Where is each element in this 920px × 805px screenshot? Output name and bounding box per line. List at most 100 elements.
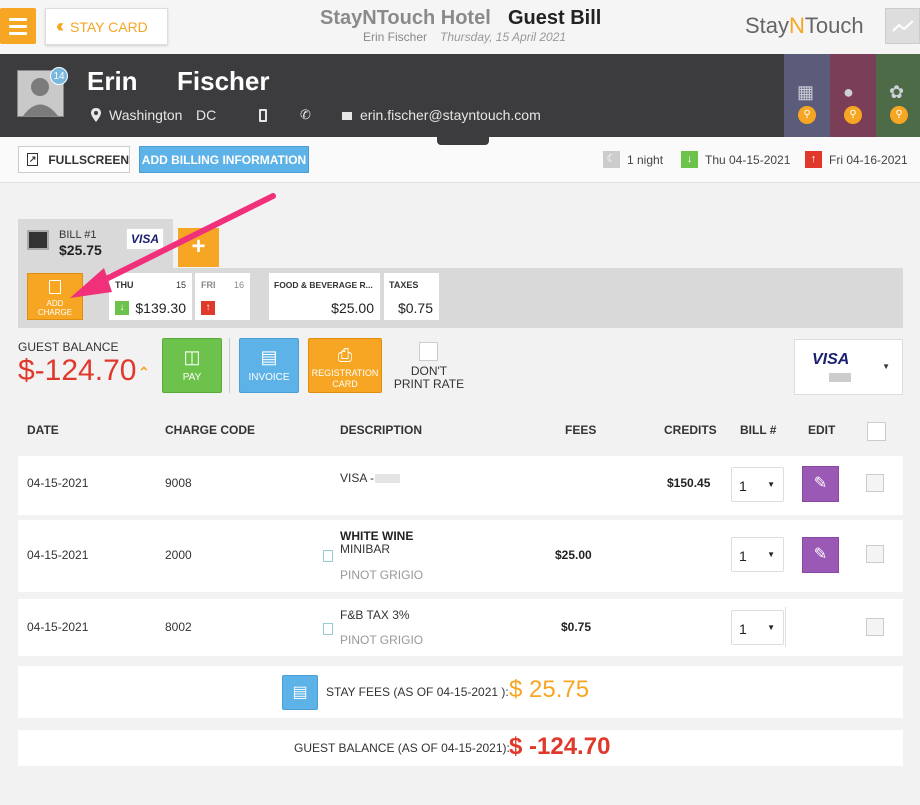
mobile-phone-icon[interactable]: [259, 109, 267, 122]
expand-icon: ↗: [27, 153, 39, 166]
page-title: Guest Bill: [508, 7, 602, 29]
guest-last-name: Fischer: [177, 66, 270, 96]
add-charge-button[interactable]: ADD CHARGE: [27, 273, 83, 320]
guest-balance-summary-label: GUEST BALANCE (AS OF 04-15-2021):: [294, 741, 510, 755]
room-tab[interactable]: ▦ ⚲: [784, 54, 830, 137]
circles-icon: ✿: [889, 82, 905, 102]
group-tab[interactable]: ✿ ⚲: [876, 54, 920, 137]
col-bill: BILL #: [740, 423, 777, 437]
guest-header: [0, 54, 920, 137]
col-date: DATE: [27, 423, 59, 437]
receipt-icon[interactable]: ▤: [282, 675, 318, 710]
bill-number-select[interactable]: 1 ▼: [731, 467, 784, 502]
arrival-date: ↓ Thu 04-15-2021: [681, 151, 790, 168]
col-fees: FEES: [565, 423, 597, 437]
edit-button[interactable]: ✎: [802, 537, 839, 573]
divider: [785, 607, 786, 647]
globe-icon: ●: [843, 82, 854, 102]
header-drag-handle[interactable]: [437, 135, 489, 145]
location-pin-icon: [91, 108, 101, 125]
dont-print-rate-label: DON'T PRINT RATE: [393, 364, 465, 391]
stay-card-label: STAY CARD: [70, 18, 148, 35]
fullscreen-button[interactable]: ↗ FULLSCREEN: [18, 146, 130, 173]
guest-balance-label: GUEST BALANCE: [18, 340, 119, 354]
select-all-checkbox[interactable]: [867, 422, 886, 441]
phone-icon[interactable]: ✆: [300, 107, 311, 123]
guest-balance-summary-amount: $ -124.70: [509, 733, 611, 760]
masked-card-number: [829, 373, 851, 382]
pay-button[interactable]: ◫ PAY: [162, 338, 222, 393]
stay-card-button[interactable]: ‹‹ STAY CARD: [45, 8, 168, 45]
category-taxes[interactable]: TAXES $0.75: [384, 273, 439, 320]
col-credits: CREDITS: [664, 423, 717, 437]
double-chevron-up-icon[interactable]: ⌃: [138, 364, 150, 381]
email-icon: [342, 112, 352, 120]
caret-down-icon: ▼: [767, 550, 775, 559]
search-icon: ⚲: [844, 106, 862, 124]
pencil-icon: ✎: [813, 475, 828, 492]
departure-date: ↑ Fri 04-16-2021: [805, 151, 908, 168]
add-billing-info-button[interactable]: ADD BILLING INFORMATION: [139, 146, 309, 173]
calculator-icon: [49, 280, 61, 294]
bill-number-select[interactable]: 1 ▼: [731, 610, 784, 645]
printer-icon: ⎙: [337, 345, 353, 365]
bill-person-icon: [27, 230, 49, 250]
bill-number: BILL #1: [59, 229, 97, 241]
arrow-up-icon: ↑: [805, 151, 822, 168]
day-box-thu[interactable]: THU 15 ↓ $139.30: [109, 273, 192, 320]
wallet-icon: ◫: [183, 347, 201, 367]
registration-card-button[interactable]: ⎙ REGISTRATION CARD: [308, 338, 382, 393]
guest-state: DC: [196, 107, 217, 123]
bill-number-select[interactable]: 1 ▼: [731, 537, 784, 572]
visit-count-badge: 14: [50, 67, 68, 85]
arrow-down-icon: ↓: [115, 301, 129, 315]
business-date: Thursday, 15 April 2021: [440, 30, 567, 44]
moon-icon: ☾: [603, 151, 620, 168]
dont-print-rate-checkbox[interactable]: [419, 342, 438, 361]
document-icon: [323, 623, 333, 635]
arrow-down-icon: ↓: [681, 151, 698, 168]
graph-icon: [892, 20, 914, 32]
search-icon: ⚲: [798, 106, 816, 124]
table-row: 04-15-2021 2000 WHITE WINE MINIBAR PINOT…: [18, 520, 903, 592]
invoice-button[interactable]: ▤ INVOICE: [239, 338, 299, 393]
visa-logo: VISA: [812, 351, 850, 368]
masked-card-number: [375, 474, 400, 483]
hotel-name: StayNTouch Hotel: [320, 7, 491, 29]
col-charge-code: CHARGE CODE: [165, 423, 256, 437]
guest-city: Washington: [109, 107, 183, 123]
guest-name-subtitle: Erin Fischer: [363, 30, 428, 44]
day-box-fri[interactable]: FRI 16 ↑: [195, 273, 250, 320]
caret-down-icon: ▼: [767, 623, 775, 632]
nights-count: ☾ 1 night: [603, 151, 663, 168]
document-icon: [323, 550, 333, 562]
web-tab[interactable]: ● ⚲: [830, 54, 876, 137]
analytics-button[interactable]: [885, 8, 920, 44]
search-icon: ⚲: [890, 106, 908, 124]
brand-logo: StayNTouch: [745, 13, 864, 38]
double-chevron-left-icon: ‹‹: [56, 16, 64, 36]
guest-first-name: Erin: [87, 66, 138, 96]
guest-balance-amount: $-124.70: [18, 354, 137, 387]
row-checkbox[interactable]: [866, 474, 884, 492]
fullscreen-label: FULLSCREEN: [48, 152, 129, 167]
payment-method-select[interactable]: VISA ▼: [794, 339, 903, 395]
col-edit: EDIT: [808, 423, 836, 437]
stay-fees-label: STAY FEES (AS OF 04-15-2021 ):: [326, 685, 509, 699]
bill-amount: $25.75: [59, 242, 102, 258]
divider: [229, 338, 230, 393]
add-bill-button[interactable]: +: [178, 228, 219, 267]
row-checkbox[interactable]: [866, 545, 884, 563]
row-checkbox[interactable]: [866, 618, 884, 636]
edit-button[interactable]: ✎: [802, 466, 839, 502]
stay-fees-amount: $ 25.75: [509, 676, 590, 703]
category-food-beverage[interactable]: FOOD & BEVERAGE R... $25.00: [269, 273, 380, 320]
table-row: 04-15-2021 8002 F&B TAX 3% PINOT GRIGIO …: [18, 599, 903, 656]
menu-button[interactable]: [0, 8, 36, 44]
pencil-icon: ✎: [813, 546, 828, 563]
visa-card-icon: VISA: [126, 228, 164, 250]
caret-down-icon: ▼: [767, 480, 775, 489]
table-row: 04-15-2021 9008 VISA - $150.45 1 ▼ ✎: [18, 456, 903, 515]
guest-email[interactable]: erin.fischer@stayntouch.com: [360, 107, 541, 123]
arrow-up-icon: ↑: [201, 301, 215, 315]
